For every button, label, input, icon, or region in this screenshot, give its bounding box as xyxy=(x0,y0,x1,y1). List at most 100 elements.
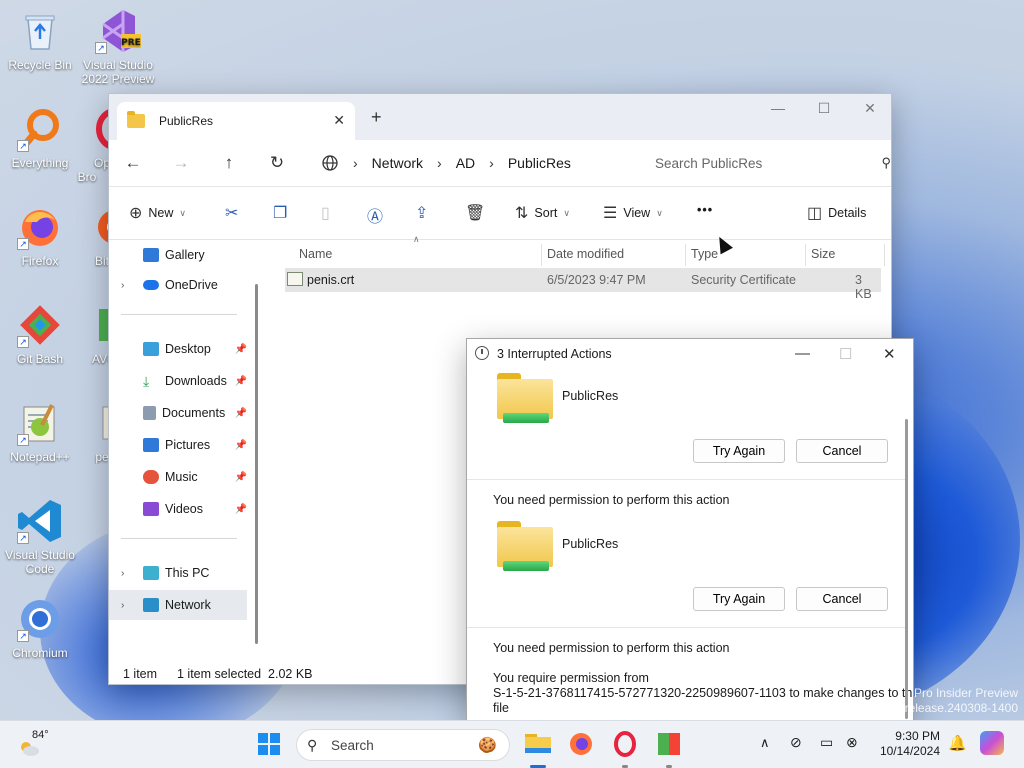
column-header-type[interactable]: Type xyxy=(691,240,718,268)
copilot-icon[interactable] xyxy=(980,731,1004,755)
pin-icon[interactable]: 📌 xyxy=(235,408,247,419)
tab-publicres[interactable]: PublicRes ✕ xyxy=(117,102,355,140)
cloud-icon xyxy=(143,280,159,290)
weather-widget[interactable]: 84° xyxy=(18,729,58,761)
dialog-close-button[interactable]: ✕ xyxy=(883,345,896,363)
column-separator[interactable] xyxy=(884,244,885,266)
desktop-icon-pe[interactable]: pe xyxy=(62,400,112,464)
taskbar-firefox[interactable] xyxy=(568,731,596,759)
minimize-button[interactable]: — xyxy=(755,100,801,116)
sort-button[interactable]: ⇅ Sort ∨ xyxy=(515,203,570,223)
sidebar-item-downloads[interactable]: ⤓ Downloads 📌 xyxy=(109,366,247,396)
sidebar-item-gallery[interactable]: Gallery xyxy=(109,240,247,270)
new-button[interactable]: ⊕ New ∨ xyxy=(129,203,186,223)
dialog-divider xyxy=(467,479,905,480)
volume-muted-icon[interactable]: ⊗ xyxy=(846,734,858,751)
item-count: 1 item xyxy=(123,667,158,681)
permission-message: You need permission to perform this acti… xyxy=(493,493,730,507)
desktop-icon-bit[interactable]: Bit xyxy=(62,204,112,268)
view-button[interactable]: ☰ View ∨ xyxy=(603,203,663,223)
breadcrumb-network[interactable]: Network xyxy=(372,155,423,171)
shortcut-arrow-icon: ↗ xyxy=(95,42,107,54)
taskbar-opera[interactable] xyxy=(612,731,640,768)
column-separator[interactable] xyxy=(541,244,542,266)
dialog-scrollbar[interactable] xyxy=(905,419,908,719)
cancel-button[interactable]: Cancel xyxy=(796,587,888,611)
sidebar-item-label: This PC xyxy=(165,566,210,580)
certificate-icon xyxy=(287,272,303,286)
file-name: penis.crt xyxy=(307,273,355,287)
forward-arrow-icon[interactable]: → xyxy=(157,153,205,173)
search-placeholder: Search PublicRes xyxy=(655,155,763,171)
sidebar-item-thispc[interactable]: › This PC xyxy=(109,558,247,588)
sidebar-item-onedrive[interactable]: › OneDrive xyxy=(109,270,247,300)
try-again-button[interactable]: Try Again xyxy=(693,439,785,463)
up-arrow-icon[interactable]: ↑ xyxy=(205,153,253,173)
rename-button[interactable]: Ⓐ xyxy=(367,203,389,227)
desktop-icon-visual-studio-preview[interactable]: PRE ↗ Visual Studio 2022 Preview xyxy=(78,8,158,86)
column-label: Name xyxy=(299,247,333,261)
try-again-button[interactable]: Try Again xyxy=(693,587,785,611)
new-tab-button[interactable]: + xyxy=(371,107,382,128)
desktop-icon-recycle-bin[interactable]: Recycle Bin xyxy=(0,8,80,72)
cut-button[interactable]: ✂ xyxy=(225,203,244,223)
table-row[interactable]: penis.crt 6/5/2023 9:47 PM Security Cert… xyxy=(285,268,881,301)
column-separator[interactable] xyxy=(685,244,686,266)
breadcrumb-publicres[interactable]: PublicRes xyxy=(508,155,571,171)
sidebar-item-pictures[interactable]: Pictures 📌 xyxy=(109,430,247,460)
system-clock[interactable]: 9:30 PM 10/14/2024 xyxy=(874,729,940,759)
sidebar-item-documents[interactable]: Documents 📌 xyxy=(109,398,247,428)
column-header-size[interactable]: Size xyxy=(811,240,835,268)
pin-icon[interactable]: 📌 xyxy=(235,344,247,355)
sidebar-item-network[interactable]: › Network xyxy=(109,590,247,620)
close-button[interactable]: ✕ xyxy=(847,100,891,117)
chevron-up-icon[interactable]: ∧ xyxy=(760,735,770,751)
desktop-icon-avg[interactable]: AVG xyxy=(62,302,112,366)
search-label: Search xyxy=(331,737,374,753)
sort-icon: ⇅ xyxy=(515,205,529,222)
maximize-button[interactable]: ☐ xyxy=(801,100,847,117)
pin-icon[interactable]: 📌 xyxy=(235,504,247,515)
shortcut-arrow-icon: ↗ xyxy=(17,140,29,152)
cancel-button[interactable]: Cancel xyxy=(796,439,888,463)
taskbar-search[interactable]: ⚲ Search 🍪 xyxy=(296,729,510,761)
desktop-icon-vscode[interactable]: ↗ Visual Studio Code xyxy=(0,498,80,576)
folder-icon xyxy=(127,111,145,128)
taskbar-file-explorer[interactable] xyxy=(524,731,552,768)
desktop-icon-chromium[interactable]: ↗ Chromium xyxy=(0,596,80,660)
back-arrow-icon[interactable]: ← xyxy=(109,153,157,173)
taskbar-avg[interactable] xyxy=(656,731,684,768)
firefox-icon: ↗ xyxy=(17,204,63,250)
paste-button[interactable]: ▯ xyxy=(321,203,336,223)
refresh-icon[interactable]: ↻ xyxy=(253,153,301,173)
column-separator[interactable] xyxy=(805,244,806,266)
sidebar-scrollbar[interactable] xyxy=(255,284,258,644)
pin-icon[interactable]: 📌 xyxy=(235,472,247,483)
pin-icon[interactable]: 📌 xyxy=(235,376,247,387)
breadcrumb-ad[interactable]: AD xyxy=(456,155,475,171)
share-button[interactable]: ⇪ xyxy=(415,203,434,223)
delete-button[interactable]: 🗑 xyxy=(465,203,491,223)
sidebar-item-music[interactable]: Music 📌 xyxy=(109,462,247,492)
dialog-maximize-button[interactable]: ☐ xyxy=(839,345,852,363)
start-button[interactable] xyxy=(258,733,280,755)
network-disconnected-icon[interactable]: ⊘ xyxy=(790,734,802,751)
chevron-right-icon: › xyxy=(121,567,125,579)
pin-icon[interactable]: 📌 xyxy=(235,440,247,451)
search-input[interactable]: Search PublicRes ⚲ xyxy=(639,148,891,178)
details-button[interactable]: ◫ Details xyxy=(807,203,866,223)
breadcrumb[interactable]: › Network › AD › PublicRes xyxy=(317,148,637,178)
sidebar-item-label: OneDrive xyxy=(165,278,218,292)
column-header-date[interactable]: Date modified xyxy=(547,240,624,268)
dialog-minimize-button[interactable]: — xyxy=(795,345,810,362)
more-options-button[interactable]: ••• xyxy=(697,203,713,217)
display-icon[interactable]: ▭ xyxy=(820,734,833,751)
sidebar-item-videos[interactable]: Videos 📌 xyxy=(109,494,247,524)
copy-button[interactable]: ❐ xyxy=(273,203,293,223)
column-header-name[interactable]: Name xyxy=(299,240,332,268)
view-label: View xyxy=(623,206,651,220)
notification-bell-icon[interactable]: 🔔 xyxy=(948,734,967,752)
tab-close-icon[interactable]: ✕ xyxy=(333,112,345,129)
desktop-icon-opera[interactable]: Op Bro xyxy=(62,106,112,184)
sidebar-item-desktop[interactable]: Desktop 📌 xyxy=(109,334,247,364)
